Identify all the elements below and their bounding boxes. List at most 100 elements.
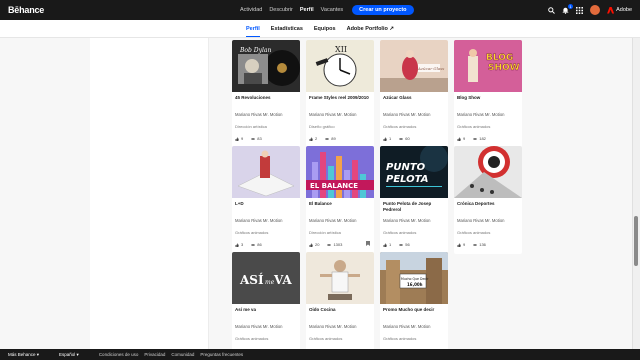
- project-card[interactable]: EL BALANCE El Balance Mariano Rivas Mr. …: [306, 146, 374, 254]
- project-title[interactable]: 45 Revoluciones: [235, 95, 299, 101]
- main-content: Bob Dylan 45 Revoluciones Mariano Rivas …: [0, 38, 640, 349]
- tab-perfil[interactable]: Perfil: [246, 21, 260, 37]
- create-project-button[interactable]: Crear un proyecto: [352, 5, 414, 15]
- thumb-text: PELOTA: [386, 174, 428, 185]
- nav-perfil[interactable]: Perfil: [300, 7, 314, 13]
- profile-subnav: Perfil Estadísticas Equipos Adobe Portfo…: [0, 20, 640, 38]
- project-title[interactable]: Frame Styles reel 2009/2010: [309, 95, 373, 101]
- project-card[interactable]: L+D Mariano Rivas Mr. Motion Gráficos an…: [232, 146, 300, 254]
- project-title[interactable]: L+D: [235, 201, 299, 207]
- project-title[interactable]: Azúcar Glass: [383, 95, 447, 101]
- thumbs-up-icon: [309, 242, 313, 247]
- views-count: 56: [405, 242, 410, 247]
- scrollbar-thumb[interactable]: [634, 216, 638, 266]
- language-select[interactable]: Español ▾: [59, 352, 79, 358]
- thumbs-up-icon: [457, 136, 461, 141]
- project-title[interactable]: Blog Show: [457, 95, 521, 101]
- project-owner[interactable]: Mariano Rivas Mr. Motion: [457, 218, 504, 223]
- project-field: Gráficos animados: [457, 124, 491, 129]
- tab-equipos[interactable]: Equipos: [314, 21, 336, 37]
- project-thumbnail[interactable]: [306, 252, 374, 304]
- project-thumbnail[interactable]: BLOG SHOW: [454, 40, 522, 92]
- project-owner[interactable]: Mariano Rivas Mr. Motion: [235, 218, 282, 223]
- thumb-text: Mucho Que Decir: [401, 277, 429, 281]
- project-thumbnail[interactable]: Azúcar Glass: [380, 40, 448, 92]
- thumb-text: Bob Dylan: [239, 47, 271, 54]
- eye-icon: [325, 137, 330, 140]
- nav-descubrir[interactable]: Descubrir: [269, 7, 293, 13]
- project-thumbnail[interactable]: ASÍ me VA: [232, 252, 300, 304]
- project-owner[interactable]: Mariano Rivas Mr. Motion: [309, 218, 356, 223]
- project-stats: 3 86: [235, 242, 262, 247]
- project-card[interactable]: PUNTO PELOTA Punto Pelota de Josep Pedre…: [380, 146, 448, 254]
- search-icon[interactable]: [548, 6, 555, 14]
- tab-adobe-portfolio[interactable]: Adobe Portfolio ↗: [347, 21, 394, 37]
- thumb-text: EL BALANCE: [310, 182, 358, 190]
- thumbs-up-icon: [383, 242, 387, 247]
- project-title[interactable]: Promo Mucho que decir: [383, 307, 447, 313]
- project-thumbnail[interactable]: XII: [306, 40, 374, 92]
- project-owner[interactable]: Mariano Rivas Mr. Motion: [309, 324, 356, 329]
- project-stats: 9 182: [457, 136, 486, 141]
- project-owner[interactable]: Mariano Rivas Mr. Motion: [457, 112, 504, 117]
- profile-sidebar: [90, 38, 209, 349]
- nav-vacantes[interactable]: Vacantes: [321, 7, 344, 13]
- project-field: Gráficos animados: [383, 336, 417, 341]
- project-thumbnail[interactable]: Mucho Que Decir 16,00h: [380, 252, 448, 304]
- views-count: 83: [257, 136, 262, 141]
- likes-count: 3: [241, 242, 244, 247]
- avatar[interactable]: [590, 5, 601, 15]
- project-owner[interactable]: Mariano Rivas Mr. Motion: [383, 324, 430, 329]
- project-thumbnail[interactable]: EL BALANCE: [306, 146, 374, 198]
- notifications[interactable]: 1: [562, 3, 574, 14]
- adobe-label: Adobe: [616, 7, 632, 13]
- more-behance-menu[interactable]: Más Behance ▾: [8, 352, 39, 358]
- tab-estadisticas[interactable]: Estadísticas: [271, 21, 303, 37]
- footer-bar: Más Behance ▾ Español ▾ Condiciones de u…: [0, 349, 640, 360]
- project-stats: 1 56: [383, 242, 410, 247]
- project-thumbnail[interactable]: [454, 146, 522, 198]
- eye-icon: [473, 137, 478, 140]
- project-stats: 20 1303: [309, 242, 342, 247]
- footer-link-privacy[interactable]: Privacidad: [144, 352, 165, 357]
- nav-actividad[interactable]: Actividad: [240, 7, 262, 13]
- project-owner[interactable]: Mariano Rivas Mr. Motion: [235, 112, 282, 117]
- likes-count: 9: [241, 136, 244, 141]
- project-card[interactable]: Bob Dylan 45 Revoluciones Mariano Rivas …: [232, 40, 300, 148]
- views-count: 182: [479, 136, 486, 141]
- project-title[interactable]: El Balance: [309, 201, 373, 207]
- project-owner[interactable]: Mariano Rivas Mr. Motion: [309, 112, 356, 117]
- project-owner[interactable]: Mariano Rivas Mr. Motion: [383, 112, 430, 117]
- page-scrollbar[interactable]: [632, 38, 640, 349]
- project-card[interactable]: Mucho Que Decir 16,00h Promo Mucho que d…: [380, 252, 448, 349]
- project-card[interactable]: Azúcar Glass Azúcar Glass Mariano Rivas …: [380, 40, 448, 148]
- project-owner[interactable]: Mariano Rivas Mr. Motion: [383, 218, 430, 223]
- project-card[interactable]: ASÍ me VA Así me va Mariano Rivas Mr. Mo…: [232, 252, 300, 349]
- likes-count: 2: [315, 136, 318, 141]
- project-title[interactable]: Oido Cocina: [309, 307, 373, 313]
- footer-link-community[interactable]: Comunidad: [171, 352, 194, 357]
- project-card[interactable]: BLOG SHOW Blog Show Mariano Rivas Mr. Mo…: [454, 40, 522, 148]
- project-title[interactable]: Así me va: [235, 307, 299, 313]
- footer-link-terms[interactable]: Condiciones de uso: [99, 352, 139, 357]
- adobe-logo[interactable]: Adobe: [607, 6, 632, 14]
- project-title[interactable]: Punto Pelota de Josep Pedrerol: [383, 201, 447, 212]
- project-card[interactable]: XII Frame Styles reel 2009/2010 Mariano …: [306, 40, 374, 148]
- grid-apps-icon[interactable]: [576, 6, 584, 14]
- project-stats: 9 83: [235, 136, 262, 141]
- thumb-text: ASÍ: [239, 272, 264, 287]
- project-field: Dirección artística: [235, 124, 267, 129]
- project-thumbnail[interactable]: [232, 146, 300, 198]
- project-owner[interactable]: Mariano Rivas Mr. Motion: [235, 324, 282, 329]
- project-card[interactable]: Oido Cocina Mariano Rivas Mr. Motion Grá…: [306, 252, 374, 349]
- behance-logo[interactable]: Bēhance: [8, 5, 44, 15]
- project-title[interactable]: Crónica Deportes: [457, 201, 521, 207]
- project-card[interactable]: Crónica Deportes Mariano Rivas Mr. Motio…: [454, 146, 522, 254]
- footer-link-faq[interactable]: Preguntas frecuentes: [200, 352, 243, 357]
- project-thumbnail[interactable]: Bob Dylan: [232, 40, 300, 92]
- project-field: Gráficos animados: [235, 336, 269, 341]
- views-count: 60: [405, 136, 410, 141]
- project-field: Gráficos animados: [457, 230, 491, 235]
- thumbs-up-icon: [235, 136, 239, 141]
- project-thumbnail[interactable]: PUNTO PELOTA: [380, 146, 448, 198]
